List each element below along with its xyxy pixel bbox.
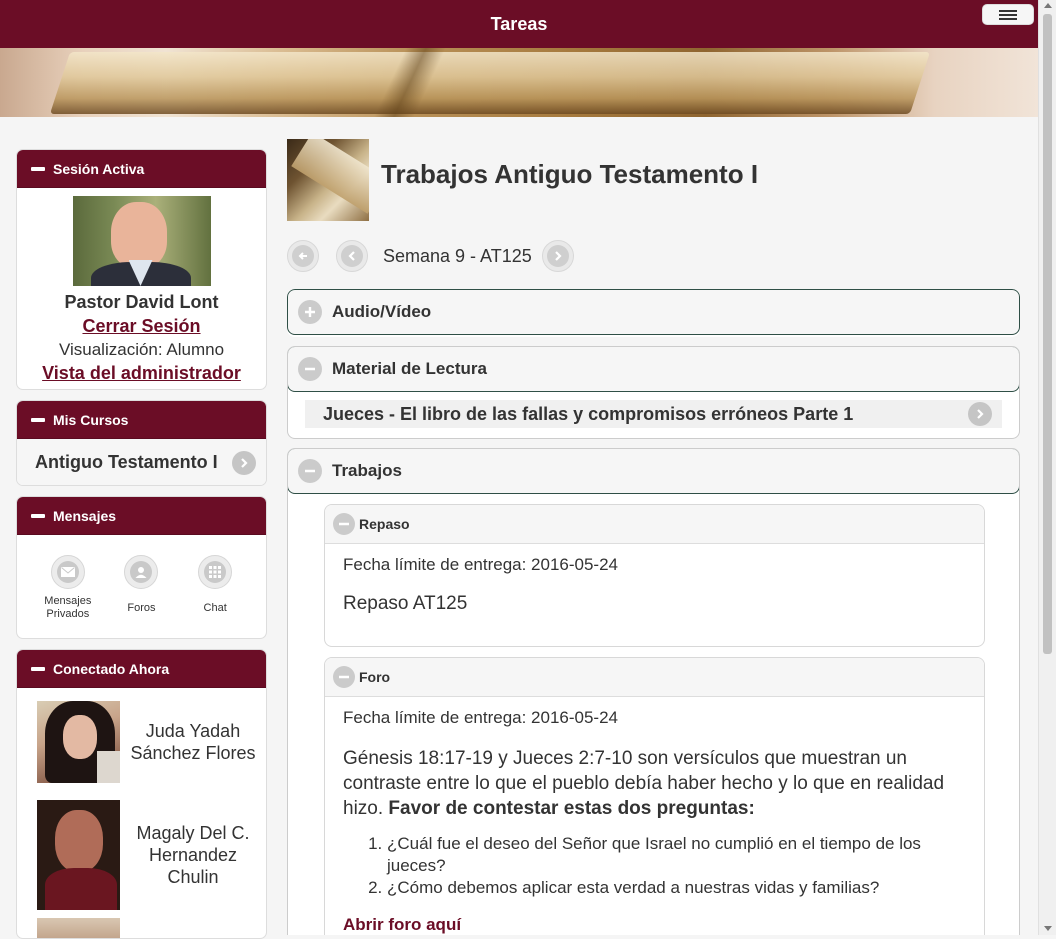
courses-panel-header[interactable]: Mis Cursos	[17, 401, 266, 439]
avatar	[37, 800, 120, 910]
courses-panel: Mis Cursos Antiguo Testamento I	[16, 400, 267, 486]
assignments-section: Trabajos Repaso Fecha límite de entrega:…	[287, 448, 1020, 935]
task-header[interactable]: Repaso	[325, 505, 984, 544]
online-user[interactable]: Magaly Del C. Hernandez Chulin	[17, 800, 266, 910]
course-title: Trabajos Antiguo Testamento I	[381, 159, 759, 189]
grid-icon	[204, 561, 227, 583]
next-week-button[interactable]	[541, 240, 574, 272]
list-item: ¿Cuál fue el deseo del Señor que Israel …	[387, 833, 966, 877]
scrollbar-thumb[interactable]	[1043, 14, 1052, 654]
reading-item[interactable]: Jueces - El libro de las fallas y compro…	[305, 400, 1002, 428]
question-list: ¿Cuál fue el deseo del Señor que Israel …	[343, 833, 966, 899]
arrow-left-icon	[292, 245, 314, 267]
user-name: Pastor David Lont	[64, 292, 219, 312]
vertical-scrollbar[interactable]	[1038, 0, 1056, 935]
task-header[interactable]: Foro	[325, 658, 984, 697]
admin-view-link[interactable]: Vista del administrador	[17, 363, 266, 384]
scroll-up-icon[interactable]	[1044, 3, 1052, 8]
main-content: Trabajos Antiguo Testamento I Semana 9 -…	[287, 139, 1020, 935]
page-title: Tareas	[490, 13, 548, 34]
due-date: Fecha límite de entrega: 2016-05-24	[343, 708, 619, 727]
chevron-right-icon	[232, 450, 256, 475]
list-item: ¿Cómo debemos aplicar esta verdad a nues…	[387, 877, 966, 899]
reading-material-header[interactable]: Material de Lectura	[288, 347, 1019, 392]
menu-button[interactable]	[982, 4, 1034, 25]
forums-button[interactable]: Foros	[106, 555, 176, 621]
open-forum-link[interactable]: Abrir foro aquí	[343, 915, 966, 935]
minus-icon	[298, 357, 322, 381]
session-panel: Sesión Activa Pastor David Lont Cerrar S…	[16, 149, 267, 390]
collapse-icon	[31, 666, 45, 671]
task-card-repaso: Repaso Fecha límite de entrega: 2016-05-…	[324, 504, 985, 647]
session-panel-header[interactable]: Sesión Activa	[17, 150, 266, 188]
chevron-left-icon	[341, 245, 363, 267]
online-user-name: Juda Yadah Sánchez Flores	[130, 721, 256, 763]
hamburger-icon	[999, 9, 1017, 12]
chevron-right-icon	[968, 402, 992, 426]
avatar	[37, 701, 120, 783]
week-navigation: Semana 9 - AT125	[287, 240, 574, 272]
header-bar: Tareas	[0, 0, 1038, 48]
plus-icon	[298, 300, 322, 324]
messages-panel-header[interactable]: Mensajes	[17, 497, 266, 535]
mail-icon	[56, 561, 79, 583]
chat-button[interactable]: Chat	[180, 555, 250, 621]
minus-icon	[333, 666, 355, 688]
course-item[interactable]: Antiguo Testamento I	[17, 439, 266, 485]
audio-video-section: Audio/Vídeo	[287, 289, 1020, 337]
online-panel: Conectado Ahora Juda Yadah Sánchez Flore…	[16, 649, 267, 939]
task-card-foro: Foro Fecha límite de entrega: 2016-05-24…	[324, 657, 985, 935]
chevron-right-icon	[546, 245, 569, 267]
view-mode-label: Visualización: Alumno	[58, 340, 225, 359]
online-user-name: Magaly Del C. Hernandez Chulin	[136, 823, 250, 887]
private-messages-button[interactable]: Mensajes Privados	[33, 555, 103, 621]
first-week-button[interactable]	[287, 240, 319, 272]
due-date: Fecha límite de entrega: 2016-05-24	[343, 555, 619, 574]
minus-icon	[333, 513, 355, 535]
collapse-icon	[31, 513, 45, 518]
messages-panel: Mensajes Mensajes Privados Foros Chat	[16, 496, 267, 639]
audio-video-header[interactable]: Audio/Vídeo	[287, 289, 1020, 335]
collapse-icon	[31, 166, 45, 171]
minus-icon	[298, 459, 322, 483]
task-description: Génesis 18:17-19 y Jueces 2:7-10 son ver…	[343, 748, 945, 819]
course-image	[287, 139, 369, 221]
collapse-icon	[31, 417, 45, 422]
header-banner-image	[0, 48, 1038, 117]
week-label: Semana 9 - AT125	[383, 245, 532, 266]
online-panel-header[interactable]: Conectado Ahora	[17, 650, 266, 688]
previous-week-button[interactable]	[336, 240, 368, 272]
user-icon	[130, 561, 153, 583]
avatar	[37, 918, 120, 938]
online-user[interactable]: Juda Yadah Sánchez Flores	[17, 696, 266, 788]
avatar	[72, 196, 211, 286]
assignments-header[interactable]: Trabajos	[288, 449, 1019, 494]
reading-material-section: Material de Lectura Jueces - El libro de…	[287, 346, 1020, 439]
logout-link[interactable]: Cerrar Sesión	[17, 316, 266, 337]
scroll-down-icon[interactable]	[1044, 926, 1052, 931]
task-name: Repaso AT125	[343, 593, 468, 614]
